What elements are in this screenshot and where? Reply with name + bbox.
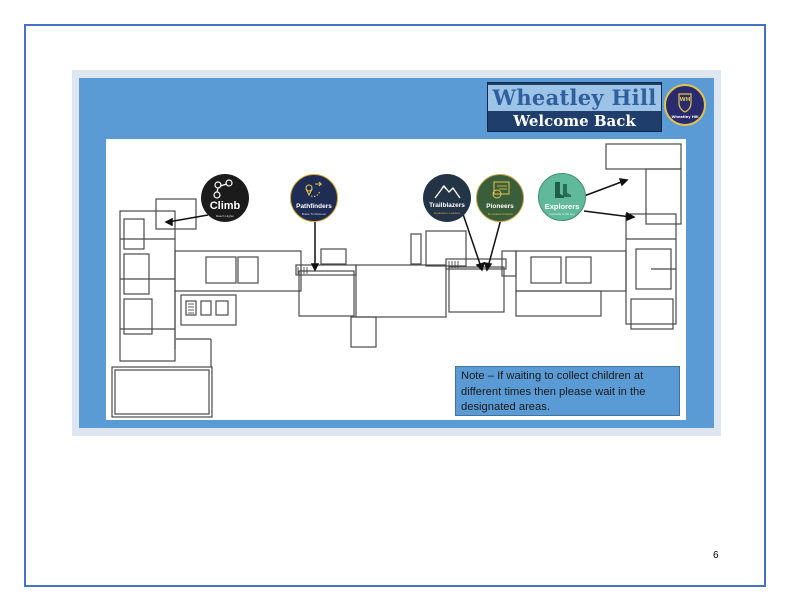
page-number: 6	[713, 550, 719, 561]
group-climb-tagline: Reach Higher	[215, 214, 235, 218]
group-trailblazers-label: Trailblazers	[429, 202, 465, 209]
group-pathfinders-tagline: Brave To Discover	[301, 212, 327, 216]
group-climb-label: Climb	[209, 200, 241, 212]
banner-subtitle: Welcome Back	[513, 112, 636, 130]
logo-monogram: WH	[680, 97, 691, 103]
group-climb: Climb Reach Higher	[201, 174, 249, 222]
group-trailblazers-tagline: Inspiration. Leaders	[433, 211, 461, 215]
group-pioneers-tagline: To venture forward	[487, 212, 513, 216]
group-pioneers: Pioneers To venture forward	[476, 174, 524, 222]
banner-title: Wheatley Hill	[488, 85, 661, 111]
welcome-banner: Wheatley Hill Welcome Back	[487, 82, 662, 132]
school-logo: WH Wheatley Hill	[664, 84, 706, 126]
group-trailblazers: Trailblazers Inspiration. Leaders	[423, 174, 471, 222]
group-pioneers-label: Pioneers	[486, 203, 514, 210]
logo-caption: Wheatley Hill	[671, 115, 698, 119]
note-box: Note – If waiting to collect children at…	[455, 366, 680, 416]
group-explorers-label: Explorers	[544, 202, 580, 211]
group-pathfinders-label: Pathfinders	[296, 203, 332, 210]
group-explorers: Explorers Curiosity is the key	[538, 173, 586, 221]
shield-icon: WH Wheatley Hill	[671, 93, 699, 119]
group-explorers-tagline: Curiosity is the key	[549, 212, 575, 216]
group-pathfinders: Pathfinders Brave To Discover	[290, 174, 338, 222]
